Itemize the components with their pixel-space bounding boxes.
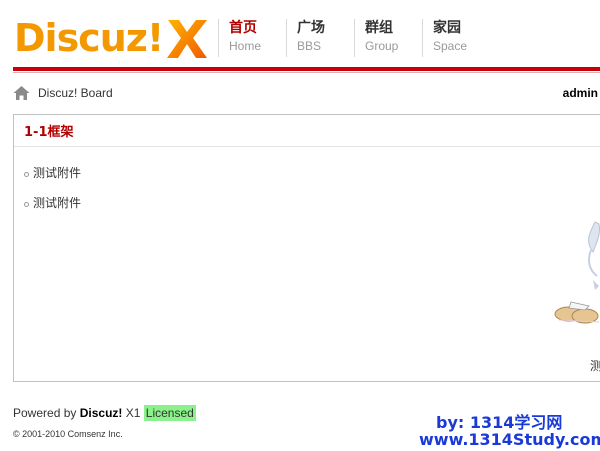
main-nav: 首页 Home 广场 BBS 群组 Group 家园 Space	[218, 19, 490, 57]
nav-item-group[interactable]: 群组 Group	[354, 19, 422, 57]
site-logo[interactable]: Discuz!	[14, 12, 209, 60]
header: Discuz! 首页 Home 广场 BBS 群组 Group 家园 Space	[0, 0, 600, 68]
copyright: © 2001-2010 Comsenz Inc.	[13, 429, 123, 439]
nav-label-cn: 群组	[365, 20, 393, 36]
bullet-icon	[24, 172, 29, 177]
list-item[interactable]: 测试附件	[14, 157, 600, 187]
bullet-icon	[24, 202, 29, 207]
nav-label-en: Home	[229, 39, 262, 53]
nav-item-home[interactable]: 首页 Home	[218, 19, 286, 57]
powered-by-label: Powered by	[13, 406, 77, 420]
list-item[interactable]: 测试附件	[14, 187, 600, 217]
breadcrumb: Discuz! Board admin	[13, 84, 600, 102]
product-link[interactable]: Discuz!	[80, 406, 123, 420]
attachment-link[interactable]: 测试附件	[33, 164, 81, 181]
nav-item-bbs[interactable]: 广场 BBS	[286, 19, 354, 57]
character-illustration	[549, 220, 600, 330]
nav-label-en: Group	[365, 39, 399, 53]
nav-label-cn: 首页	[229, 20, 257, 36]
logo-text: Discuz!	[14, 16, 164, 60]
username-link[interactable]: admin	[563, 84, 598, 102]
powered-by: Powered by Discuz! X1 Licensed	[13, 404, 196, 422]
panel-header: 1-1框架	[14, 115, 600, 147]
license-badge[interactable]: Licensed	[143, 405, 196, 421]
watermark-line2: www.1314Study.com	[419, 430, 600, 449]
version-text: X1	[125, 406, 141, 420]
nav-label-en: Space	[433, 39, 468, 53]
nav-label-en: BBS	[297, 39, 322, 53]
nav-label-cn: 家园	[433, 20, 461, 36]
panel-title: 1-1框架	[24, 125, 74, 140]
home-icon[interactable]	[13, 85, 30, 101]
panel-corner-text: 测	[590, 359, 600, 373]
content-panel: 1-1框架 测试附件 测试附件 测	[13, 114, 600, 382]
header-divider	[13, 67, 600, 71]
header-divider-thin	[13, 72, 600, 73]
breadcrumb-link[interactable]: Discuz! Board	[38, 86, 113, 100]
nav-label-cn: 广场	[297, 20, 325, 36]
attachment-list: 测试附件 测试附件	[14, 147, 600, 217]
logo-x-icon	[165, 16, 209, 60]
attachment-link[interactable]: 测试附件	[33, 194, 81, 211]
nav-item-space[interactable]: 家园 Space	[422, 19, 490, 57]
